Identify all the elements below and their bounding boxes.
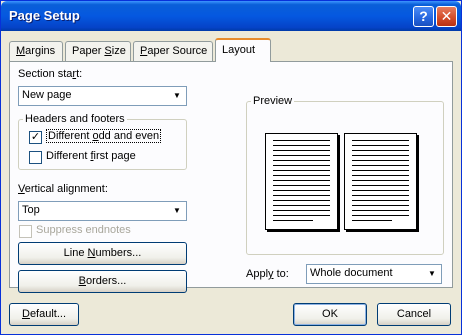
tab-layout-label: Layout bbox=[222, 44, 256, 56]
tab-layout[interactable]: Layout bbox=[215, 38, 271, 62]
different-odd-even-checkbox[interactable]: ✓ bbox=[29, 131, 42, 144]
apply-to-dropdown[interactable]: Whole document ▼ bbox=[306, 264, 442, 284]
tab-paper-source-label: Paper Source bbox=[140, 45, 208, 57]
layout-tab-panel: Section start: New page ▼ Headers and fo… bbox=[9, 61, 453, 293]
dialog-body: Margins Paper Size Paper Source Layout S… bbox=[1, 31, 461, 334]
different-first-page-checkbox[interactable] bbox=[29, 151, 42, 164]
suppress-endnotes-label: Suppress endnotes bbox=[36, 224, 131, 236]
tab-paper-size-label: Paper Size bbox=[72, 45, 126, 57]
different-first-page-label[interactable]: Different first page bbox=[46, 150, 136, 162]
help-button[interactable]: ? bbox=[413, 6, 434, 27]
tab-margins[interactable]: Margins bbox=[9, 41, 63, 61]
suppress-endnotes-checkbox[interactable] bbox=[19, 225, 32, 238]
default-button[interactable]: Default... bbox=[9, 303, 79, 326]
section-start-dropdown[interactable]: New page ▼ bbox=[18, 86, 187, 106]
chevron-down-icon[interactable]: ▼ bbox=[169, 88, 185, 104]
vertical-alignment-value: Top bbox=[22, 204, 40, 216]
ok-label: OK bbox=[322, 308, 338, 320]
line-numbers-label: Line Numbers... bbox=[63, 247, 142, 259]
borders-button[interactable]: Borders... bbox=[18, 270, 187, 293]
close-icon: ✕ bbox=[440, 8, 453, 24]
chevron-down-icon[interactable]: ▼ bbox=[424, 266, 440, 282]
cancel-button[interactable]: Cancel bbox=[377, 303, 451, 326]
cancel-label: Cancel bbox=[396, 308, 432, 320]
window-title: Page Setup bbox=[9, 8, 80, 23]
preview-right-page bbox=[344, 133, 417, 230]
tab-paper-size[interactable]: Paper Size bbox=[65, 41, 131, 61]
different-odd-even-label[interactable]: Different odd and even bbox=[46, 129, 162, 143]
vertical-alignment-label: Vertical alignment: bbox=[18, 183, 108, 195]
line-numbers-button[interactable]: Line Numbers... bbox=[18, 242, 187, 265]
apply-to-label: Apply to: bbox=[246, 268, 289, 280]
preview-legend: Preview bbox=[253, 95, 293, 107]
help-icon: ? bbox=[419, 8, 428, 24]
tab-margins-label: Margins bbox=[16, 45, 56, 57]
apply-to-value: Whole document bbox=[310, 267, 393, 279]
preview-group: Preview bbox=[246, 95, 444, 255]
close-button[interactable]: ✕ bbox=[436, 6, 457, 27]
page-setup-dialog: Page Setup ? ✕ Margins Paper Size Paper … bbox=[0, 0, 462, 335]
vertical-alignment-dropdown[interactable]: Top ▼ bbox=[18, 201, 187, 221]
ok-button[interactable]: OK bbox=[293, 303, 367, 326]
section-start-value: New page bbox=[22, 89, 72, 101]
chevron-down-icon[interactable]: ▼ bbox=[169, 203, 185, 219]
preview-left-page bbox=[265, 133, 338, 230]
default-label: Default... bbox=[21, 308, 67, 320]
borders-label: Borders... bbox=[78, 275, 127, 287]
title-bar[interactable]: Page Setup ? ✕ bbox=[1, 1, 461, 31]
headers-footers-legend: Headers and footers bbox=[25, 113, 125, 125]
section-start-label: Section start: bbox=[18, 68, 83, 80]
tab-paper-source[interactable]: Paper Source bbox=[133, 41, 213, 61]
